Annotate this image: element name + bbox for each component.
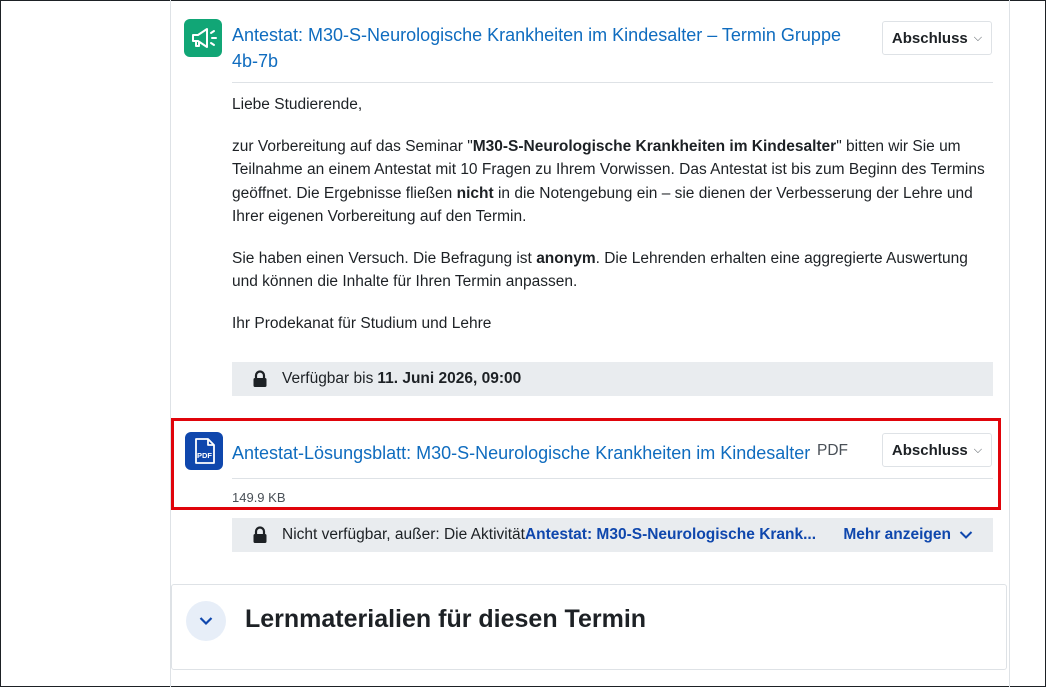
megaphone-icon (184, 19, 222, 57)
activity-description: Liebe Studierende, zur Vorbereitung auf … (232, 93, 992, 353)
activity-title-link[interactable]: Antestat-Lösungsblatt: M30-S-Neurologisc… (232, 440, 810, 466)
lock-icon (252, 526, 268, 544)
file-size: 149.9 KB (232, 490, 286, 505)
activity-title-link[interactable]: Antestat: M30-S-Neurologische Krankheite… (232, 22, 852, 74)
restriction-activity-link[interactable]: Antestat: M30-S-Neurologische Krank... (525, 526, 816, 544)
file-type-label: PDF (817, 442, 848, 459)
completion-dropdown-button[interactable]: Abschluss ⌵ (882, 433, 992, 467)
show-more-link[interactable]: Mehr anzeigen (843, 526, 973, 544)
completion-label: Abschluss (891, 29, 968, 47)
svg-text:PDF: PDF (197, 451, 212, 460)
greeting: Liebe Studierende, (232, 96, 363, 113)
chevron-down-icon (959, 531, 973, 539)
divider (232, 478, 993, 479)
divider (232, 82, 993, 83)
chevron-down-icon: ⌵ (973, 31, 983, 44)
completion-label: Abschluss (891, 441, 968, 459)
chevron-down-icon (199, 617, 213, 626)
section-collapse-toggle[interactable] (186, 601, 226, 641)
pdf-file-icon: PDF (185, 432, 223, 470)
signature: Ihr Prodekanat für Studium und Lehre (232, 314, 492, 332)
restriction-info: Nicht verfügbar, außer: Die Aktivität An… (232, 518, 993, 552)
availability-info: Verfügbar bis 11. Juni 2026, 09:00 (232, 362, 993, 396)
paragraph-1: zur Vorbereitung auf das Seminar "M30-S-… (232, 137, 985, 226)
chevron-down-icon: ⌵ (973, 443, 983, 456)
completion-dropdown-button[interactable]: Abschluss ⌵ (882, 21, 992, 55)
section-title: Lernmaterialien für diesen Termin (245, 605, 647, 633)
lock-icon (252, 370, 268, 388)
paragraph-2: Sie haben einen Versuch. Die Befragung i… (232, 249, 968, 291)
course-section: Lernmaterialien für diesen Termin (171, 584, 1007, 670)
